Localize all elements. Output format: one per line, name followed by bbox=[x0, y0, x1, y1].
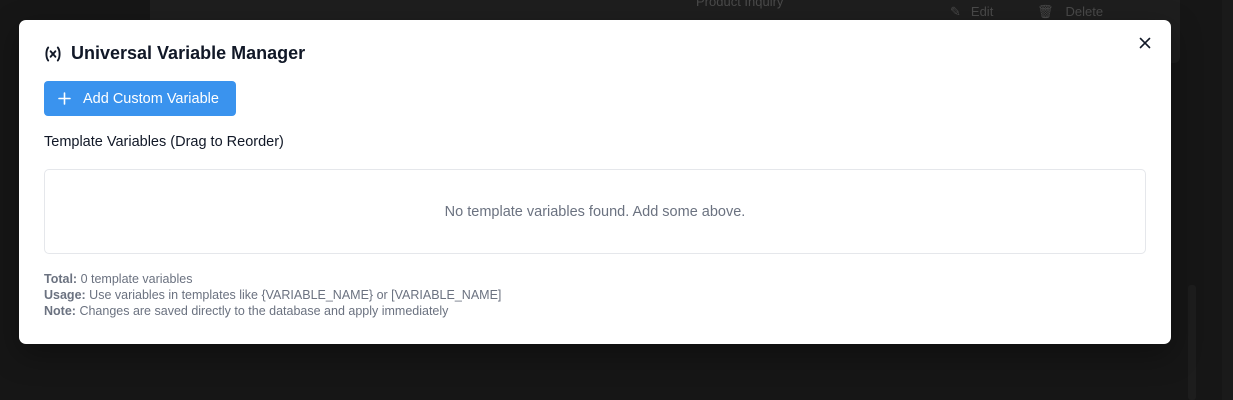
trash-icon: 🗑 bbox=[1037, 4, 1054, 19]
usage-note: Usage: Use variables in templates like {… bbox=[44, 287, 501, 303]
note-value: Changes are saved directly to the databa… bbox=[79, 304, 449, 318]
close-button[interactable] bbox=[1136, 36, 1154, 54]
background-scrollbar bbox=[1188, 285, 1196, 400]
background-row-title: Product Inquiry bbox=[696, 0, 784, 9]
usage-key: Usage: bbox=[44, 288, 86, 302]
background-edit-label: Edit bbox=[970, 4, 994, 19]
empty-state-message: No template variables found. Add some ab… bbox=[444, 203, 746, 220]
pencil-icon: ✎ bbox=[950, 4, 961, 19]
variable-icon bbox=[44, 45, 62, 63]
background-edit-button: ✎ Edit bbox=[950, 4, 993, 20]
total-key: Total: bbox=[44, 272, 78, 286]
footer-notes: Total: 0 template variables Usage: Use v… bbox=[44, 271, 501, 319]
usage-value: Use variables in templates like {VARIABL… bbox=[89, 288, 502, 302]
variable-manager-modal: Universal Variable Manager Add Custom Va… bbox=[19, 20, 1171, 344]
modal-title: Universal Variable Manager bbox=[44, 43, 305, 64]
total-value: 0 template variables bbox=[80, 272, 193, 286]
note-key: Note: bbox=[44, 304, 76, 318]
modal-title-text: Universal Variable Manager bbox=[71, 43, 306, 63]
save-note: Note: Changes are saved directly to the … bbox=[44, 303, 501, 319]
variables-list: No template variables found. Add some ab… bbox=[44, 169, 1146, 254]
template-variables-heading: Template Variables (Drag to Reorder) bbox=[44, 134, 284, 150]
plus-icon bbox=[58, 92, 71, 105]
close-icon bbox=[1139, 36, 1151, 54]
background-delete-label: Delete bbox=[1065, 4, 1104, 19]
background-edge bbox=[1222, 0, 1233, 400]
add-custom-variable-button[interactable]: Add Custom Variable bbox=[44, 81, 236, 116]
total-note: Total: 0 template variables bbox=[44, 271, 501, 287]
background-delete-button: 🗑 Delete bbox=[1037, 4, 1103, 20]
add-button-label: Add Custom Variable bbox=[83, 90, 219, 107]
